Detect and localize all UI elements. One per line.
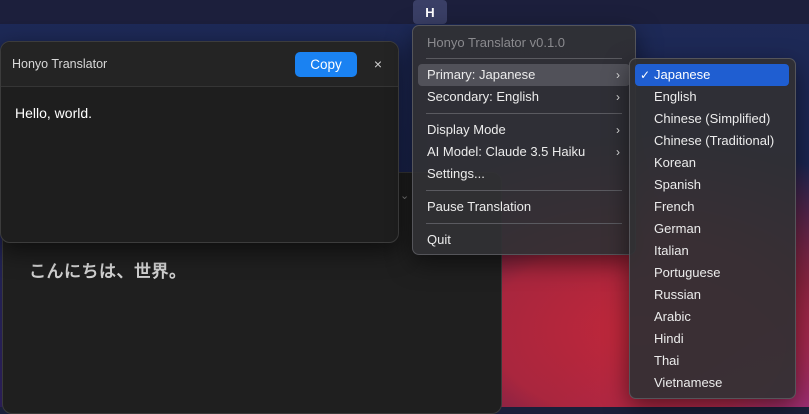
popup-header: Honyo Translator Copy × [1, 42, 398, 87]
language-option-german[interactable]: German [635, 218, 789, 240]
chevron-right-icon: › [616, 123, 620, 137]
menu-item-ai-model[interactable]: AI Model: Claude 3.5 Haiku › [418, 141, 630, 163]
language-label: Chinese (Simplified) [654, 111, 771, 126]
chevron-down-icon[interactable]: ⌄ [400, 189, 409, 202]
language-option-italian[interactable]: Italian [635, 240, 789, 262]
language-option-spanish[interactable]: Spanish [635, 174, 789, 196]
language-option-thai[interactable]: Thai [635, 350, 789, 372]
language-label: Vietnamese [654, 375, 723, 390]
translation-output: こんにちは、世界。 [29, 262, 187, 281]
menu-separator [426, 58, 622, 59]
popup-title: Honyo Translator [12, 57, 108, 71]
menu-item-settings[interactable]: Settings... [418, 163, 630, 185]
menu-version-label: Honyo Translator v0.1.0 [427, 35, 566, 50]
language-label: German [654, 221, 701, 236]
language-option-vietnamese[interactable]: Vietnamese [635, 372, 789, 394]
language-label: Russian [654, 287, 701, 302]
menu-item-display-mode[interactable]: Display Mode › [418, 119, 630, 141]
language-option-portuguese[interactable]: Portuguese [635, 262, 789, 284]
copy-button[interactable]: Copy [295, 52, 357, 77]
language-option-chinese-traditional[interactable]: Chinese (Traditional) [635, 130, 789, 152]
language-option-korean[interactable]: Korean [635, 152, 789, 174]
language-label: Spanish [654, 177, 701, 192]
language-option-russian[interactable]: Russian [635, 284, 789, 306]
source-text: Hello, world. [15, 105, 93, 121]
chevron-right-icon: › [616, 90, 620, 104]
chevron-right-icon: › [616, 68, 620, 82]
language-label: Arabic [654, 309, 691, 324]
language-label: English [654, 89, 697, 104]
menu-item-secondary-language[interactable]: Secondary: English › [418, 86, 630, 108]
language-label: Thai [654, 353, 680, 368]
language-option-japanese[interactable]: ✓ Japanese [635, 64, 789, 86]
language-label: Hindi [654, 331, 684, 346]
language-label: Japanese [654, 67, 711, 82]
language-submenu: ✓ Japanese English Chinese (Simplified) Chin… [629, 58, 796, 399]
menu-separator [426, 190, 622, 191]
language-label: Chinese (Traditional) [654, 133, 775, 148]
app-dropdown-menu: Honyo Translator v0.1.0 Primary: Japanes… [412, 25, 636, 255]
language-option-hindi[interactable]: Hindi [635, 328, 789, 350]
menu-separator [426, 113, 622, 114]
language-label: Italian [654, 243, 689, 258]
language-label: French [654, 199, 695, 214]
menu-item-pause-translation[interactable]: Pause Translation [418, 196, 630, 218]
language-label: Korean [654, 155, 696, 170]
language-option-english[interactable]: English [635, 86, 789, 108]
close-icon[interactable]: × [370, 54, 386, 74]
app-menubar-icon[interactable]: H [413, 0, 447, 24]
language-option-arabic[interactable]: Arabic [635, 306, 789, 328]
chevron-right-icon: › [616, 145, 620, 159]
menu-separator [426, 223, 622, 224]
language-option-french[interactable]: French [635, 196, 789, 218]
language-label: Portuguese [654, 265, 721, 280]
menu-item-quit[interactable]: Quit [418, 229, 630, 251]
translator-popup: Honyo Translator Copy × Hello, world. [0, 41, 399, 243]
menu-bar: H [0, 0, 809, 24]
menu-item-primary-language[interactable]: Primary: Japanese › [418, 64, 630, 86]
language-option-chinese-simplified[interactable]: Chinese (Simplified) [635, 108, 789, 130]
checkmark-icon: ✓ [640, 68, 651, 82]
